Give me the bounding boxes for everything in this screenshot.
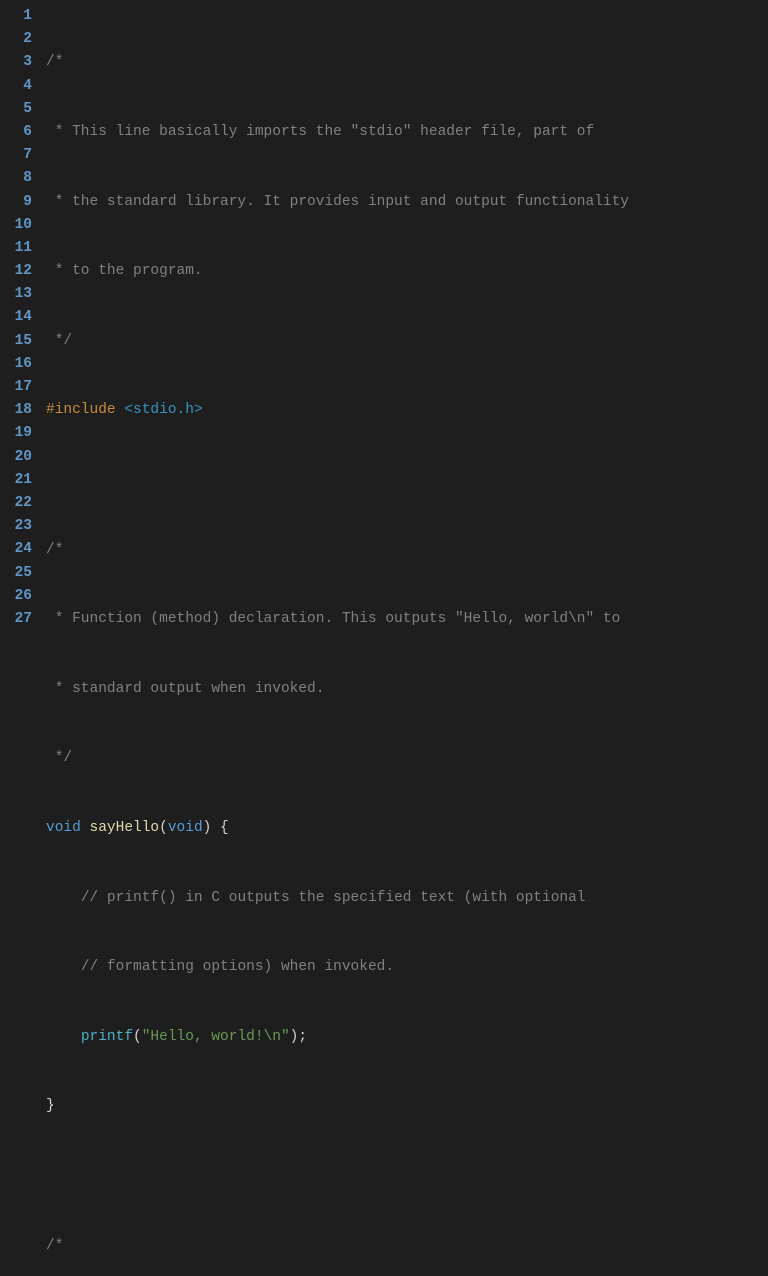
line-number-gutter: 1 2 3 4 5 6 7 8 9 10 11 12 13 14 15 16 1… (0, 0, 40, 638)
punctuation: ( (133, 1029, 142, 1045)
comment-text: */ (46, 333, 72, 349)
code-line[interactable]: * This line basically imports the "stdio… (46, 121, 768, 144)
line-number: 4 (0, 75, 32, 98)
line-number: 26 (0, 585, 32, 608)
function-name: sayHello (81, 820, 159, 836)
line-number: 5 (0, 98, 32, 121)
code-line[interactable] (46, 469, 768, 492)
keyword-void: void (168, 820, 203, 836)
line-number: 8 (0, 167, 32, 190)
string-literal: "Hello, world!\n" (142, 1029, 290, 1045)
code-line[interactable]: // formatting options) when invoked. (46, 956, 768, 979)
line-number: 12 (0, 260, 32, 283)
line-number: 21 (0, 469, 32, 492)
code-line[interactable]: /* (46, 51, 768, 74)
code-editor-area[interactable]: /* * This line basically imports the "st… (40, 0, 768, 638)
code-line[interactable]: */ (46, 747, 768, 770)
comment-text: * the standard library. It provides inpu… (46, 194, 629, 210)
comment-text: /* (46, 1238, 63, 1254)
punctuation: ( (159, 820, 168, 836)
line-number: 24 (0, 538, 32, 561)
comment-text: // formatting options) when invoked. (81, 959, 394, 975)
line-number: 1 (0, 5, 32, 28)
comment-text: // printf() in C outputs the specified t… (81, 890, 586, 906)
comment-text: /* (46, 542, 63, 558)
line-number: 27 (0, 608, 32, 631)
line-number: 13 (0, 283, 32, 306)
preprocessor-directive: #include (46, 402, 116, 418)
line-number: 9 (0, 191, 32, 214)
code-line[interactable]: * Function (method) declaration. This ou… (46, 608, 768, 631)
code-line[interactable]: */ (46, 330, 768, 353)
code-line[interactable]: void sayHello(void) { (46, 817, 768, 840)
line-number: 2 (0, 28, 32, 51)
brace-close: } (46, 1098, 55, 1114)
line-number: 22 (0, 492, 32, 515)
code-line[interactable]: * to the program. (46, 260, 768, 283)
comment-text: * to the program. (46, 263, 203, 279)
line-number: 15 (0, 330, 32, 353)
comment-text: * This line basically imports the "stdio… (46, 124, 594, 140)
code-line[interactable]: /* (46, 539, 768, 562)
line-number: 14 (0, 306, 32, 329)
code-line[interactable]: /* (46, 1235, 768, 1258)
line-number: 23 (0, 515, 32, 538)
comment-text: * standard output when invoked. (46, 681, 324, 697)
code-line[interactable]: // printf() in C outputs the specified t… (46, 887, 768, 910)
punctuation: ); (290, 1029, 307, 1045)
code-line[interactable]: printf("Hello, world!\n"); (46, 1026, 768, 1049)
keyword-void: void (46, 820, 81, 836)
comment-text: * Function (method) declaration. This ou… (46, 611, 620, 627)
indent (46, 959, 81, 975)
line-number: 19 (0, 422, 32, 445)
comment-text: /* (46, 54, 63, 70)
code-line[interactable] (46, 1165, 768, 1188)
line-number: 11 (0, 237, 32, 260)
code-line[interactable]: } (46, 1095, 768, 1118)
line-number: 20 (0, 446, 32, 469)
code-line[interactable]: #include <stdio.h> (46, 399, 768, 422)
function-call: printf (81, 1029, 133, 1045)
line-number: 25 (0, 562, 32, 585)
line-number: 3 (0, 51, 32, 74)
comment-text: */ (46, 750, 72, 766)
line-number: 10 (0, 214, 32, 237)
code-line[interactable]: * standard output when invoked. (46, 678, 768, 701)
include-header: <stdio.h> (116, 402, 203, 418)
line-number: 16 (0, 353, 32, 376)
indent (46, 890, 81, 906)
punctuation: ) { (203, 820, 229, 836)
indent (46, 1029, 81, 1045)
code-line[interactable]: * the standard library. It provides inpu… (46, 191, 768, 214)
line-number: 6 (0, 121, 32, 144)
line-number: 7 (0, 144, 32, 167)
line-number: 18 (0, 399, 32, 422)
line-number: 17 (0, 376, 32, 399)
